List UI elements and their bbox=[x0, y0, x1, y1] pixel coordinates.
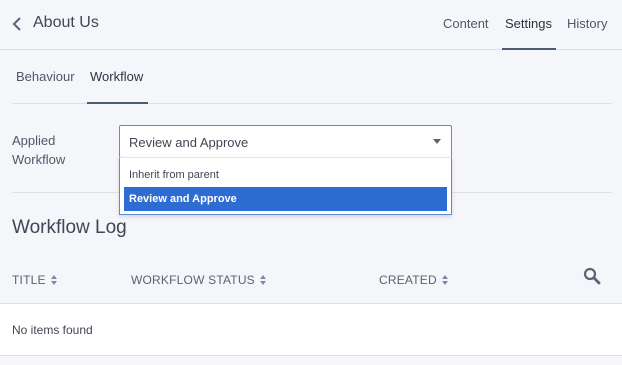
active-subtab-indicator bbox=[87, 102, 148, 104]
search-button[interactable] bbox=[583, 267, 601, 285]
tab-content[interactable]: Content bbox=[443, 16, 489, 31]
column-header-workflow-status[interactable]: WORKFLOW STATUS bbox=[131, 273, 267, 287]
subtab-workflow[interactable]: Workflow bbox=[90, 69, 143, 84]
applied-workflow-label: Applied Workflow bbox=[12, 133, 66, 167]
sort-icon[interactable] bbox=[259, 274, 267, 286]
dropdown-option-review-and-approve[interactable]: Review and Approve bbox=[124, 187, 447, 211]
empty-state-message: No items found bbox=[12, 323, 93, 337]
sort-icon[interactable] bbox=[50, 274, 58, 286]
column-header-created[interactable]: CREATED bbox=[379, 273, 449, 287]
workflow-dropdown-menu: Inherit from parent Review and Approve bbox=[119, 157, 452, 215]
caret-down-icon bbox=[433, 139, 441, 144]
column-header-label: WORKFLOW STATUS bbox=[131, 273, 255, 287]
column-header-label: TITLE bbox=[12, 273, 46, 287]
top-bar: About Us Content Settings History bbox=[0, 0, 622, 50]
subtab-behaviour[interactable]: Behaviour bbox=[16, 69, 75, 84]
page-title: About Us bbox=[33, 14, 99, 31]
back-button[interactable] bbox=[10, 14, 24, 34]
column-header-label: CREATED bbox=[379, 273, 437, 287]
chevron-left-icon bbox=[12, 17, 21, 31]
workflow-log-table: No items found bbox=[0, 303, 622, 356]
tab-history[interactable]: History bbox=[567, 16, 607, 31]
tab-settings[interactable]: Settings bbox=[505, 16, 552, 31]
dropdown-option-inherit-from-parent[interactable]: Inherit from parent bbox=[124, 163, 447, 187]
workflow-select-value: Review and Approve bbox=[129, 135, 249, 150]
column-header-title[interactable]: TITLE bbox=[12, 273, 58, 287]
search-icon bbox=[583, 267, 601, 285]
workflow-log-title: Workflow Log bbox=[12, 217, 127, 238]
settings-subtabs: Behaviour Workflow bbox=[12, 50, 612, 104]
workflow-select[interactable]: Review and Approve bbox=[119, 125, 452, 158]
sort-icon[interactable] bbox=[441, 274, 449, 286]
